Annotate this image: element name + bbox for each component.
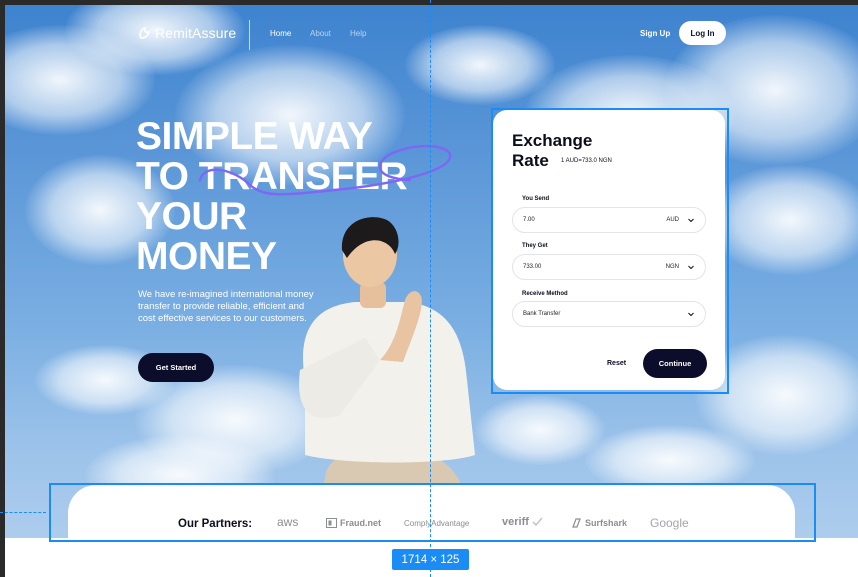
design-canvas: RemitAssure Home About Help Sign Up Log … <box>0 0 858 577</box>
card-title-line: Exchange <box>512 131 593 150</box>
you-send-currency: AUD <box>666 217 679 223</box>
nav-link-help[interactable]: Help <box>350 29 366 38</box>
card-title: Exchange Rate <box>512 131 592 171</box>
receive-method-label: Receive Method <box>522 291 568 297</box>
remitassure-logo-icon <box>139 26 151 39</box>
guide-line-vertical <box>430 0 431 577</box>
nav-link-about[interactable]: About <box>310 29 331 38</box>
they-get-field[interactable]: 733.00 NGN <box>512 254 706 280</box>
exchange-rate-card: Exchange Rate 1 AUD=733.0 NGN You Send 7… <box>493 110 725 390</box>
selection-size-label: 1714 × 125 <box>392 549 469 570</box>
person-photo <box>299 217 475 500</box>
they-get-amount: 733.00 <box>523 264 542 270</box>
swirl-decoration <box>198 144 452 196</box>
you-send-amount: 7.00 <box>523 217 535 223</box>
you-send-label: You Send <box>522 196 550 202</box>
continue-button[interactable]: Continue <box>643 349 707 378</box>
they-get-currency: NGN <box>665 264 679 270</box>
receive-method-select[interactable]: Bank Transfer <box>512 301 706 327</box>
guide-line-horizontal <box>0 512 46 513</box>
selection-outline <box>49 483 816 542</box>
sign-up-link[interactable]: Sign Up <box>640 29 670 38</box>
chevron-down-icon[interactable] <box>687 263 695 271</box>
chevron-down-icon[interactable] <box>687 216 695 224</box>
top-navigation: RemitAssure Home About Help Sign Up Log … <box>5 5 858 65</box>
brand-name: RemitAssure <box>155 25 237 41</box>
exchange-rate-text: 1 AUD=733.0 NGN <box>561 158 612 164</box>
brand-logo[interactable]: RemitAssure <box>138 25 236 41</box>
nav-link-home[interactable]: Home <box>270 29 291 38</box>
get-started-button[interactable]: Get Started <box>138 353 214 382</box>
you-send-field[interactable]: 7.00 AUD <box>512 207 706 233</box>
nav-divider <box>249 20 250 50</box>
receive-method-value: Bank Transfer <box>523 311 561 317</box>
they-get-label: They Get <box>522 243 548 249</box>
log-in-button[interactable]: Log In <box>679 21 726 45</box>
landing-page-frame: RemitAssure Home About Help Sign Up Log … <box>5 5 858 577</box>
chevron-down-icon[interactable] <box>687 310 695 318</box>
reset-button[interactable]: Reset <box>607 360 626 367</box>
